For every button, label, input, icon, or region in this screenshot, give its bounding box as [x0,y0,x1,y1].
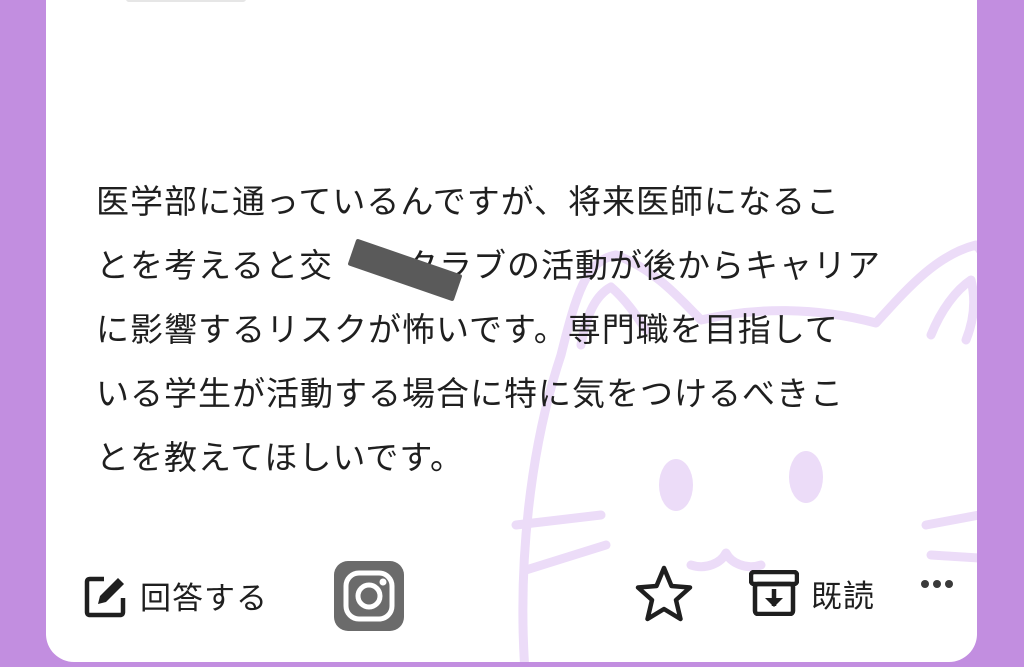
answer-button[interactable]: 回答する [84,573,268,618]
question-card: 医学部に通っているんですが、将来医師になるこ とを考えると交 クラブの活動が後からキ… [46,0,977,662]
mark-read-button[interactable]: 既読 [748,569,875,617]
top-divider [126,0,246,2]
favorite-button[interactable] [634,565,694,623]
question-line: 医学部に通っているんですが、将来医師になるこ [96,182,841,221]
question-line: いる学生が活動する場合に特に気をつけるべきこ [96,374,844,413]
question-line: クラブの活動が後からキャリア [405,246,882,285]
question-line: とを教えてほしいです。 [96,438,465,477]
question-text: 医学部に通っているんですが、将来医師になるこ とを考えると交 クラブの活動が後からキ… [96,170,916,490]
read-label: 既読 [811,578,875,615]
more-icon [920,579,954,589]
instagram-icon [334,561,404,631]
question-line: とを考えると交 [96,246,334,285]
archive-icon [748,569,800,617]
more-button[interactable] [920,579,954,589]
star-icon [634,565,694,623]
answer-label: 回答する [140,581,268,617]
instagram-button[interactable] [334,561,404,631]
question-line: に影響するリスクが怖いです。専門職を目指して [96,310,839,349]
edit-icon [84,574,128,618]
screen: 医学部に通っているんですが、将来医師になるこ とを考えると交 クラブの活動が後からキ… [0,0,1024,667]
